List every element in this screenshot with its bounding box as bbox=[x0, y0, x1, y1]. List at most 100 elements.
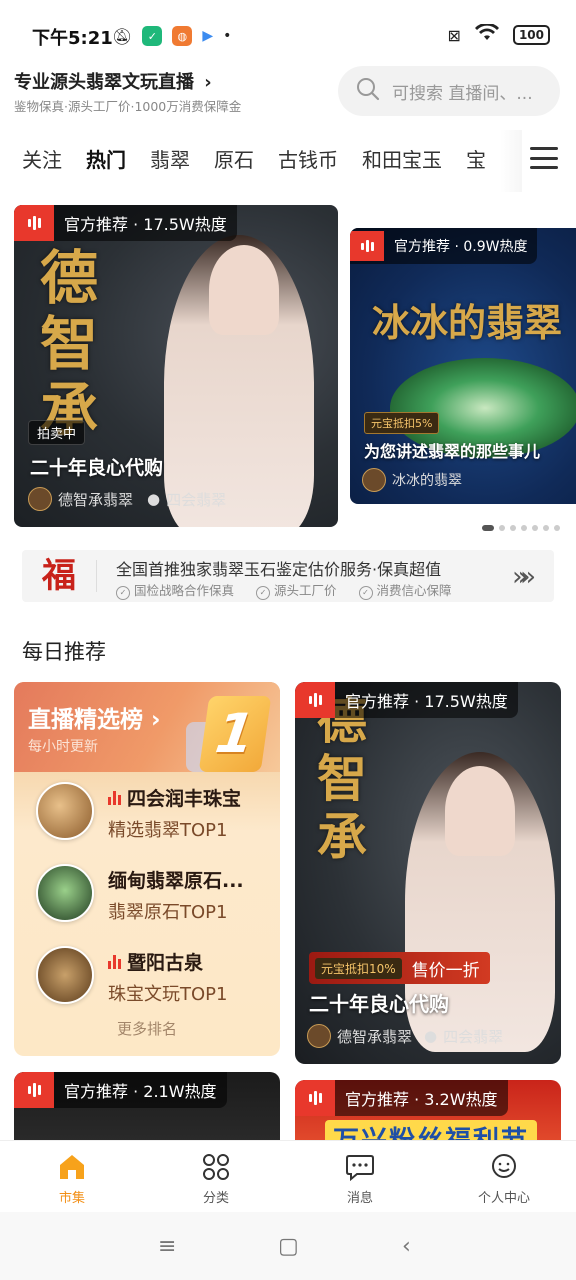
banner-divider bbox=[96, 560, 97, 592]
seal-logo-icon: 福 bbox=[42, 556, 76, 596]
banner-tags: 国检战略合作保真 源头工厂价 消费信心保障 bbox=[116, 580, 452, 600]
hero-card-featured[interactable]: 德 智 承 官方推荐 · 17.5W热度 拍卖中 二十年良心代购 德智承翡翠 ●… bbox=[14, 205, 338, 527]
hero-calligraphy: 德 智 承 bbox=[40, 244, 99, 444]
status-time: 下午5:21 bbox=[32, 28, 113, 49]
appraisal-banner[interactable]: 福 全国首推独家翡翠玉石鉴定估价服务·保真超值 国检战略合作保真 源头工厂价 消… bbox=[22, 550, 554, 602]
live-bars-icon bbox=[14, 1072, 54, 1108]
carousel-dot bbox=[554, 525, 560, 531]
ranking-item[interactable]: 缅甸翡翠原石... 翡翠原石TOP1 bbox=[36, 864, 276, 928]
nav-profile[interactable]: 个人中心 bbox=[432, 1141, 576, 1212]
nav-label: 个人中心 bbox=[477, 1191, 530, 1206]
nav-market[interactable]: 市集 bbox=[0, 1141, 144, 1212]
nav-category[interactable]: 分类 bbox=[144, 1141, 288, 1212]
battery-icon: 100 bbox=[512, 25, 550, 45]
location-icon: ● bbox=[424, 1027, 438, 1045]
ranking-item[interactable]: 暨阳古泉 珠宝文玩TOP1 bbox=[36, 946, 276, 1010]
message-icon bbox=[345, 1153, 375, 1182]
live-tag: 官方推荐 · 17.5W热度 bbox=[14, 205, 237, 241]
recent-apps-icon[interactable]: ≡ bbox=[158, 1234, 176, 1259]
sim-off-icon: ⊠ bbox=[447, 25, 461, 45]
mute-icon: 🔕︎ bbox=[112, 26, 133, 46]
tab-jade[interactable]: 翡翠 bbox=[150, 144, 190, 180]
coupon-badge: 元宝抵扣10% bbox=[315, 957, 402, 979]
tab-follow[interactable]: 关注 bbox=[22, 144, 62, 180]
status-bar: 下午5:21 🔕︎ ✓ ◍ ▶ • ⊠ 100 bbox=[0, 0, 576, 70]
carousel-dot bbox=[510, 525, 516, 531]
carousel-dot bbox=[482, 525, 494, 531]
back-icon[interactable]: ‹ bbox=[402, 1234, 411, 1259]
ranking-item[interactable]: 四会润丰珠宝 精选翡翠TOP1 bbox=[36, 782, 276, 846]
card-calligraphy: 德 智 承 bbox=[317, 691, 367, 866]
tab-list: 关注 热门 翡翠 原石 古钱币 和田宝玉 宝 bbox=[22, 144, 522, 180]
tab-raw-stone[interactable]: 原石 bbox=[214, 144, 254, 180]
festival-banner-text: 万兴粉丝福利节 bbox=[325, 1120, 538, 1142]
live-tag-text: 官方推荐 · 2.1W热度 bbox=[64, 1082, 217, 1101]
location-icon: ● bbox=[147, 490, 161, 508]
ranking-card[interactable]: 1 直播精选榜 › 每小时更新 四会润丰珠宝 精选翡翠TOP1 缅甸翡翠原石..… bbox=[14, 682, 280, 1056]
brand-title: 专业源头翡翠文玩直播 bbox=[14, 72, 194, 93]
live-bars-icon bbox=[295, 682, 335, 718]
tab-ancient-coins[interactable]: 古钱币 bbox=[278, 144, 338, 180]
live-stream-card-peek[interactable]: 官方推荐 · 2.1W热度 bbox=[14, 1072, 280, 1142]
shop-name: 缅甸翡翠原石... bbox=[108, 870, 244, 892]
live-tag-text: 官方推荐 · 17.5W热度 bbox=[64, 215, 227, 234]
menu-icon[interactable] bbox=[530, 144, 558, 172]
hero-card-secondary[interactable]: 官方推荐 · 0.9W热度 冰冰的翡翠 元宝抵扣5% 为您讲述翡翠的那些事儿 冰… bbox=[350, 228, 576, 504]
search-icon bbox=[356, 77, 380, 105]
live-bars-icon bbox=[108, 790, 121, 805]
search-box[interactable]: 可搜索 直播间、... bbox=[338, 66, 560, 116]
host-name: 德智承翡翠 bbox=[337, 1027, 413, 1046]
carousel-dot bbox=[499, 525, 505, 531]
shopping-app-icon: ◍ bbox=[172, 26, 193, 46]
banner-tag: 国检战略合作保真 bbox=[116, 580, 234, 600]
shop-rank-desc: 珠宝文玩TOP1 bbox=[108, 984, 228, 1005]
tab-fade bbox=[500, 130, 522, 192]
live-stream-card[interactable]: 德 智 承 官方推荐 · 17.5W热度 元宝抵扣10% 售价一折 二十年良心代… bbox=[295, 682, 561, 1064]
shop-avatar bbox=[36, 946, 94, 1004]
live-bars-icon bbox=[295, 1080, 335, 1116]
shop-avatar bbox=[36, 864, 94, 922]
banner-tag: 消费信心保障 bbox=[359, 580, 452, 600]
section-title: 每日推荐 bbox=[22, 640, 106, 664]
hero-title: 为您讲述翡翠的那些事儿 bbox=[364, 442, 541, 461]
more-rankings-link[interactable]: 更多排名 bbox=[14, 1018, 280, 1039]
nav-label: 分类 bbox=[202, 1191, 229, 1206]
hero-calligraphy: 冰冰的翡翠 bbox=[372, 300, 563, 345]
nav-messages[interactable]: 消息 bbox=[288, 1141, 432, 1212]
carousel-dot bbox=[521, 525, 527, 531]
category-tabs: 关注 热门 翡翠 原石 古钱币 和田宝玉 宝 bbox=[0, 130, 576, 192]
live-stream-card-peek[interactable]: 万兴粉丝福利节 官方推荐 · 3.2W热度 bbox=[295, 1080, 561, 1142]
banner-title: 全国首推独家翡翠玉石鉴定估价服务·保真超值 bbox=[116, 560, 442, 579]
auction-badge: 拍卖中 bbox=[28, 420, 86, 445]
double-chevron-icon: »» bbox=[512, 562, 536, 592]
location-name: 四会翡翠 bbox=[166, 490, 227, 509]
status-notification-icons: 🔕︎ ✓ ◍ ▶ • bbox=[112, 26, 231, 46]
chevron-right-icon: › bbox=[204, 72, 212, 93]
hero-meta: 冰冰的翡翠 bbox=[362, 468, 462, 492]
tab-treasure[interactable]: 宝 bbox=[466, 144, 486, 180]
play-store-icon: ▶ bbox=[202, 28, 214, 44]
coupon-badge: 元宝抵扣5% bbox=[364, 412, 440, 434]
nav-label: 消息 bbox=[346, 1191, 373, 1206]
location-name: 四会翡翠 bbox=[443, 1027, 504, 1046]
bottom-nav: 市集 分类 消息 个人中心 bbox=[0, 1140, 576, 1212]
card-meta: 德智承翡翠 ● 四会翡翠 bbox=[307, 1024, 503, 1048]
chevron-right-icon: › bbox=[151, 707, 161, 733]
shield-app-icon: ✓ bbox=[142, 26, 163, 46]
host-face bbox=[445, 766, 515, 856]
shop-name: 暨阳古泉 bbox=[108, 948, 268, 975]
live-bars-icon bbox=[14, 205, 54, 241]
promo-banner: 元宝抵扣10% 售价一折 bbox=[309, 952, 490, 984]
home-icon[interactable]: ▢ bbox=[278, 1234, 299, 1259]
ranking-title: 直播精选榜 › bbox=[28, 707, 161, 733]
live-tag: 官方推荐 · 17.5W热度 bbox=[295, 682, 518, 718]
shop-avatar bbox=[36, 782, 94, 840]
ranking-subtitle: 每小时更新 bbox=[28, 739, 98, 755]
live-tag: 官方推荐 · 2.1W热度 bbox=[14, 1072, 227, 1108]
tab-hot[interactable]: 热门 bbox=[86, 144, 126, 180]
brand-title-link[interactable]: 专业源头翡翠文玩直播 › bbox=[14, 68, 212, 94]
search-placeholder: 可搜索 直播间、... bbox=[392, 83, 533, 104]
tab-hetian-jade[interactable]: 和田宝玉 bbox=[362, 144, 442, 180]
brand-subtitle: 鉴物保真·源头工厂价·1000万消费保障金 bbox=[14, 99, 242, 114]
host-face bbox=[209, 245, 279, 335]
